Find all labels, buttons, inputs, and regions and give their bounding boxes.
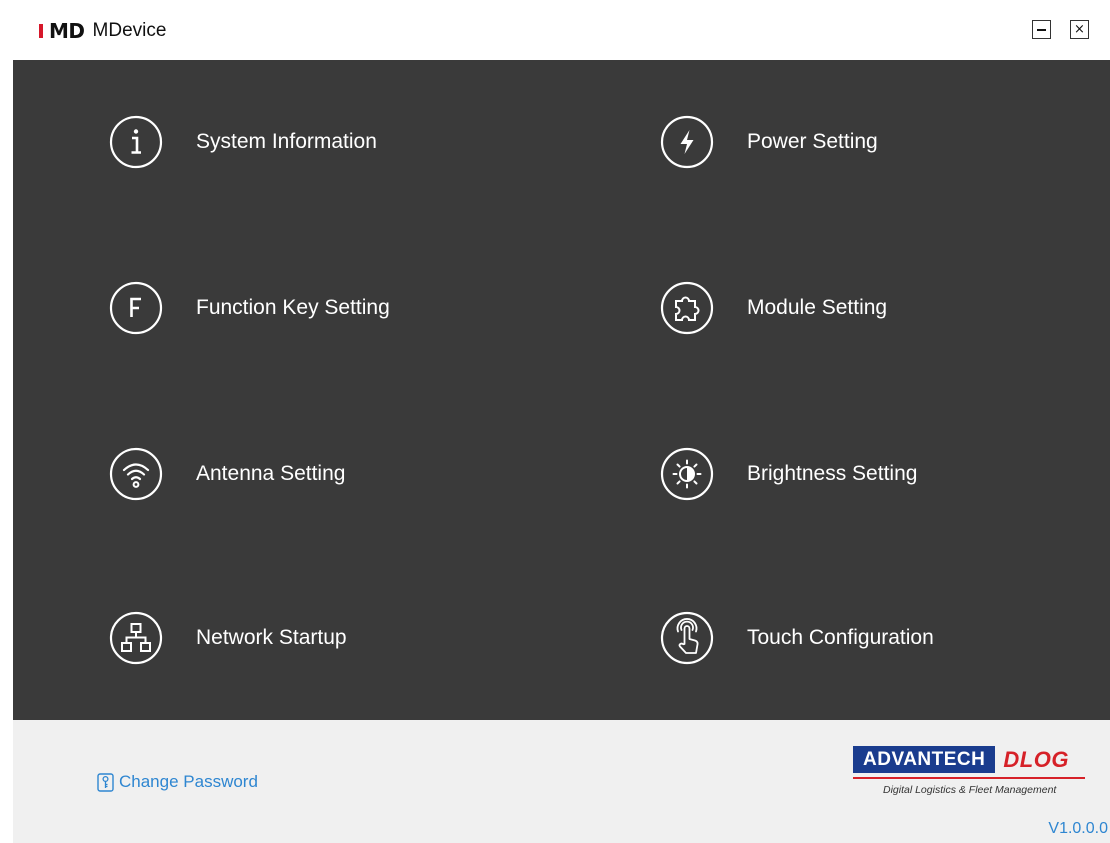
puzzle-icon [659, 280, 715, 336]
window-title: MDevice [92, 20, 167, 41]
settings-menu-panel: System Information Power Setting Functio… [13, 60, 1110, 720]
brand-red-mark [39, 24, 43, 38]
menu-label-touch-configuration: Touch Configuration [747, 626, 934, 649]
menu-label-function-key-setting: Function Key Setting [196, 296, 390, 319]
advantech-wordmark: ADVANTECH [853, 746, 996, 773]
wifi-icon [108, 446, 164, 502]
menu-label-system-information: System Information [196, 130, 377, 153]
function-key-icon [108, 280, 164, 336]
logo-divider [853, 777, 1085, 779]
menu-label-brightness-setting: Brightness Setting [747, 462, 918, 485]
menu-label-antenna-setting: Antenna Setting [196, 462, 346, 485]
minimize-button[interactable] [1032, 20, 1051, 39]
logo-tagline: Digital Logistics & Fleet Management [883, 784, 1057, 796]
menu-item-touch-configuration[interactable]: Touch Configuration [659, 602, 1110, 674]
touch-icon [659, 610, 715, 666]
info-icon [108, 114, 164, 170]
footer-bar: Change Password ADVANTECH DLOG Digital Lo… [13, 720, 1110, 843]
change-password-link[interactable]: Change Password [97, 772, 258, 792]
menu-label-module-setting: Module Setting [747, 296, 888, 319]
menu-item-network-startup[interactable]: Network Startup [108, 602, 588, 674]
key-icon [97, 772, 114, 792]
app-brand: MD MDevice [39, 18, 166, 44]
menu-item-power-setting[interactable]: Power Setting [659, 106, 1110, 178]
close-button[interactable]: × [1070, 20, 1089, 39]
app-logo: MD [49, 19, 85, 43]
menu-item-system-information[interactable]: System Information [108, 106, 588, 178]
network-icon [108, 610, 164, 666]
menu-item-brightness-setting[interactable]: Brightness Setting [659, 438, 1110, 510]
advantech-dlog-logo: ADVANTECH DLOG Digital Logistics & Fleet … [853, 746, 1085, 796]
menu-label-power-setting: Power Setting [747, 130, 878, 153]
dlog-wordmark: DLOG [1003, 747, 1069, 772]
brightness-icon [659, 446, 715, 502]
menu-item-function-key-setting[interactable]: Function Key Setting [108, 272, 588, 344]
lightning-icon [659, 114, 715, 170]
version-label: V1.0.0.0 [1048, 820, 1108, 837]
menu-item-antenna-setting[interactable]: Antenna Setting [108, 438, 588, 510]
change-password-label: Change Password [119, 772, 258, 791]
menu-label-network-startup: Network Startup [196, 626, 347, 649]
title-bar: MD MDevice × [0, 0, 1110, 60]
menu-item-module-setting[interactable]: Module Setting [659, 272, 1110, 344]
